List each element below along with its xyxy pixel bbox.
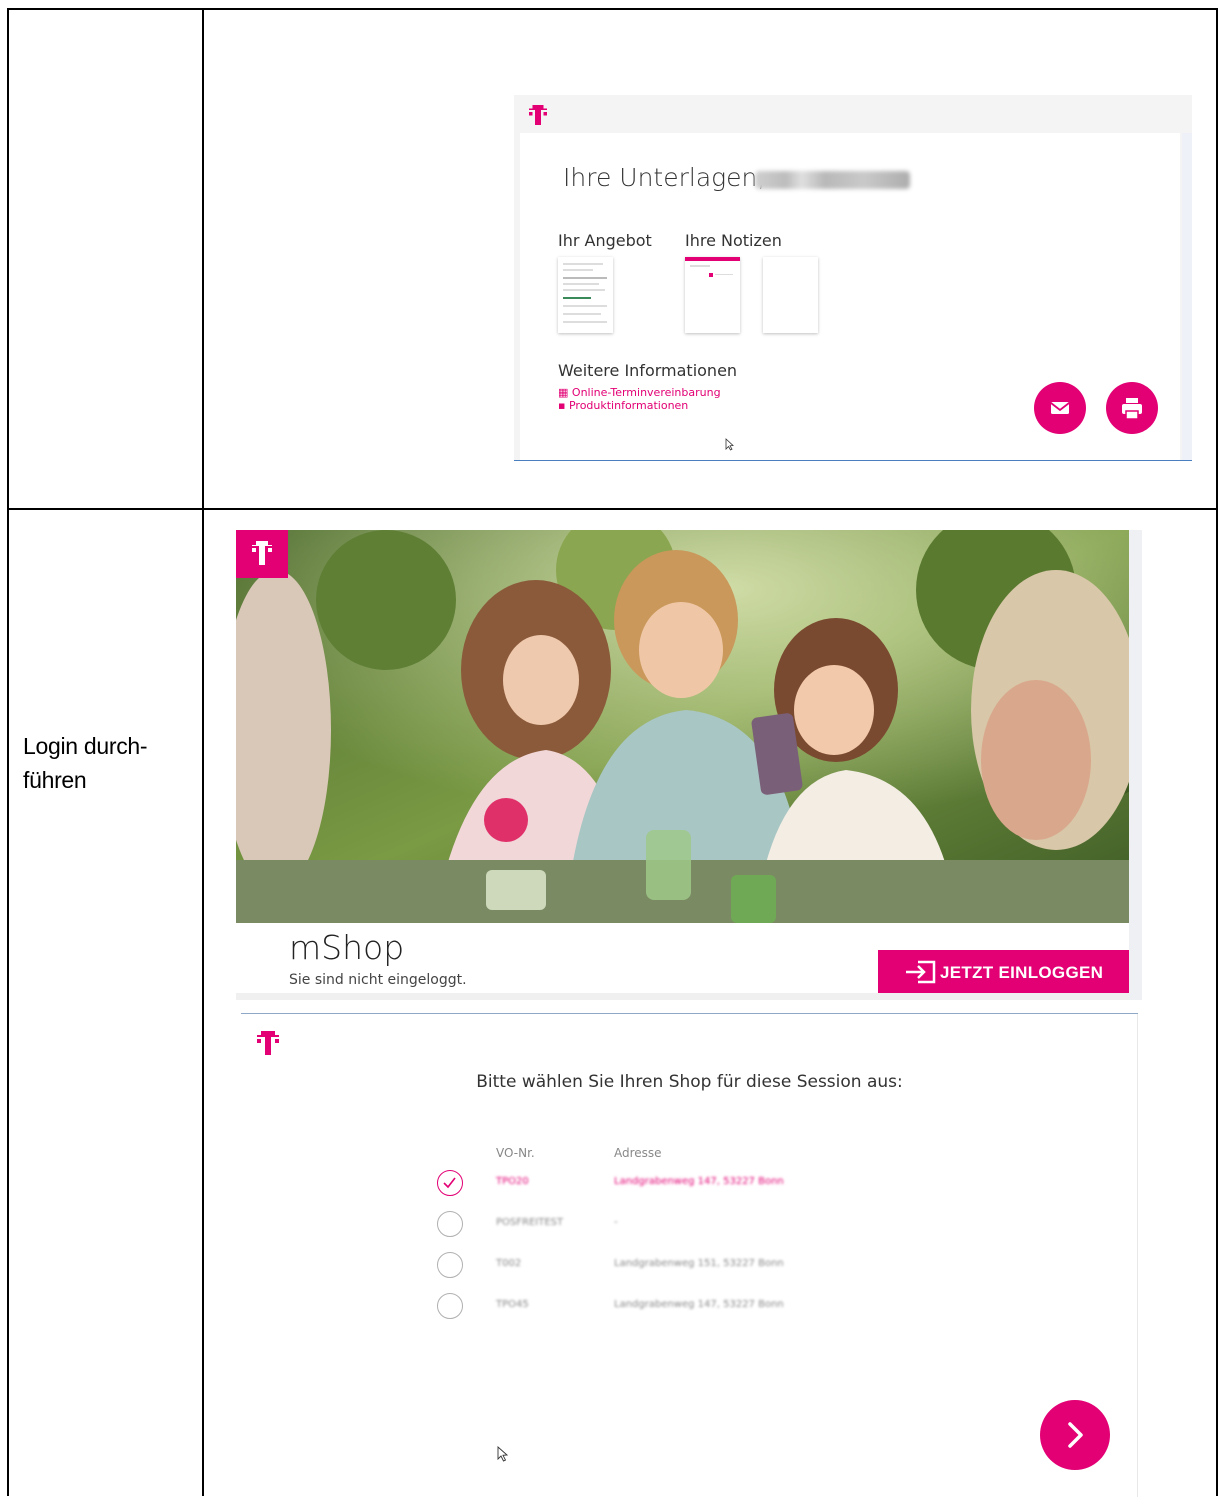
checkmark-icon [443,1177,456,1189]
customer-name-redacted [755,171,910,189]
table-border-right [1216,8,1218,1496]
mouse-cursor-icon [497,1446,508,1462]
table-border-top [7,8,1218,10]
shop-row[interactable]: TPO20 Landgrabenweg 147, 53227 Bonn [241,1170,1138,1200]
shop-address: Landgrabenweg 147, 53227 Bonn [614,1176,784,1187]
column-header-address: Adresse [614,1146,662,1160]
shop-radio-selected[interactable] [437,1170,463,1196]
app-title: mShop [289,928,405,967]
shop-radio[interactable] [437,1252,463,1278]
documents-screen: Ihre Unterlagen, Ihr Angebot Ihre Notize… [514,95,1192,461]
step-label-line1: Login durch- [23,733,148,759]
shop-select-screen: Bitte wählen Sie Ihren Shop für diese Se… [241,1013,1138,1497]
shop-vo-number: T002 [496,1258,522,1269]
mshop-footer: mShop Sie sind nicht eingeloggt. JETZT E… [236,923,1129,993]
shop-radio[interactable] [437,1211,463,1237]
mshop-login-screen: mShop Sie sind nicht eingeloggt. JETZT E… [236,530,1142,1000]
mouse-cursor-icon [725,438,734,451]
table-row-divider [7,508,1218,510]
step-label-line2: führen [23,767,87,793]
shop-vo-number: POSFREITEST [496,1217,564,1228]
login-button-label: JETZT EINLOGGEN [940,963,1104,982]
telekom-t-logo [257,1031,279,1055]
offer-heading: Ihr Angebot [558,231,652,250]
print-icon [1122,398,1142,420]
print-button[interactable] [1106,382,1158,434]
column-header-vo: VO-Nr. [496,1146,535,1160]
login-status-text: Sie sind nicht eingeloggt. [289,972,467,988]
table-border-left [7,8,9,1496]
next-button[interactable] [1040,1400,1110,1470]
telekom-t-logo [252,541,272,565]
shop-vo-number: TPO45 [496,1299,529,1310]
appointment-link[interactable]: ▦ Online-Terminvereinbarung [558,386,721,399]
login-icon [906,960,936,984]
shop-address: Landgrabenweg 151, 53227 Bonn [614,1258,784,1269]
documents-panel: Ihre Unterlagen, Ihr Angebot Ihre Notize… [520,133,1180,460]
horizontal-scrollbar[interactable] [236,993,1129,1000]
shop-select-question: Bitte wählen Sie Ihren Shop für diese Se… [476,1072,903,1092]
more-info-heading: Weitere Informationen [558,361,738,380]
chevron-right-icon [1068,1422,1083,1448]
scroll-edge [1182,133,1192,460]
shop-row[interactable]: TPO45 Landgrabenweg 147, 53227 Bonn [241,1293,1138,1323]
notes-document-thumbnail-1[interactable] [685,257,740,333]
login-button[interactable]: JETZT EINLOGGEN [878,950,1129,993]
notes-document-thumbnail-2[interactable] [763,257,818,333]
documents-greeting: Ihre Unterlagen, [563,163,766,192]
shop-row[interactable]: T002 Landgrabenweg 151, 53227 Bonn [241,1252,1138,1282]
appointment-link-label: Online-Terminvereinbarung [571,386,721,399]
telekom-t-logo [529,105,547,125]
shop-row[interactable]: POSFREITEST - [241,1211,1138,1241]
product-icon: ▪ [558,399,566,412]
offer-document-thumbnail[interactable] [558,257,613,333]
send-email-button[interactable] [1034,382,1086,434]
shop-address: - [614,1217,618,1228]
product-info-link[interactable]: ▪ Produktinformationen [558,399,688,412]
telekom-logo-tile [236,530,288,578]
product-info-link-label: Produktinformationen [568,399,689,412]
hero-photo-illustration [236,530,1129,923]
hero-photo [236,530,1129,923]
calendar-icon: ▦ [558,386,569,399]
notes-heading: Ihre Notizen [685,231,782,250]
shop-address: Landgrabenweg 147, 53227 Bonn [614,1299,784,1310]
shop-radio[interactable] [437,1293,463,1319]
mail-icon [1050,402,1070,414]
table-column-divider [202,8,204,1496]
step-label: Login durch- führen [23,729,148,797]
shop-vo-number: TPO20 [496,1176,529,1187]
